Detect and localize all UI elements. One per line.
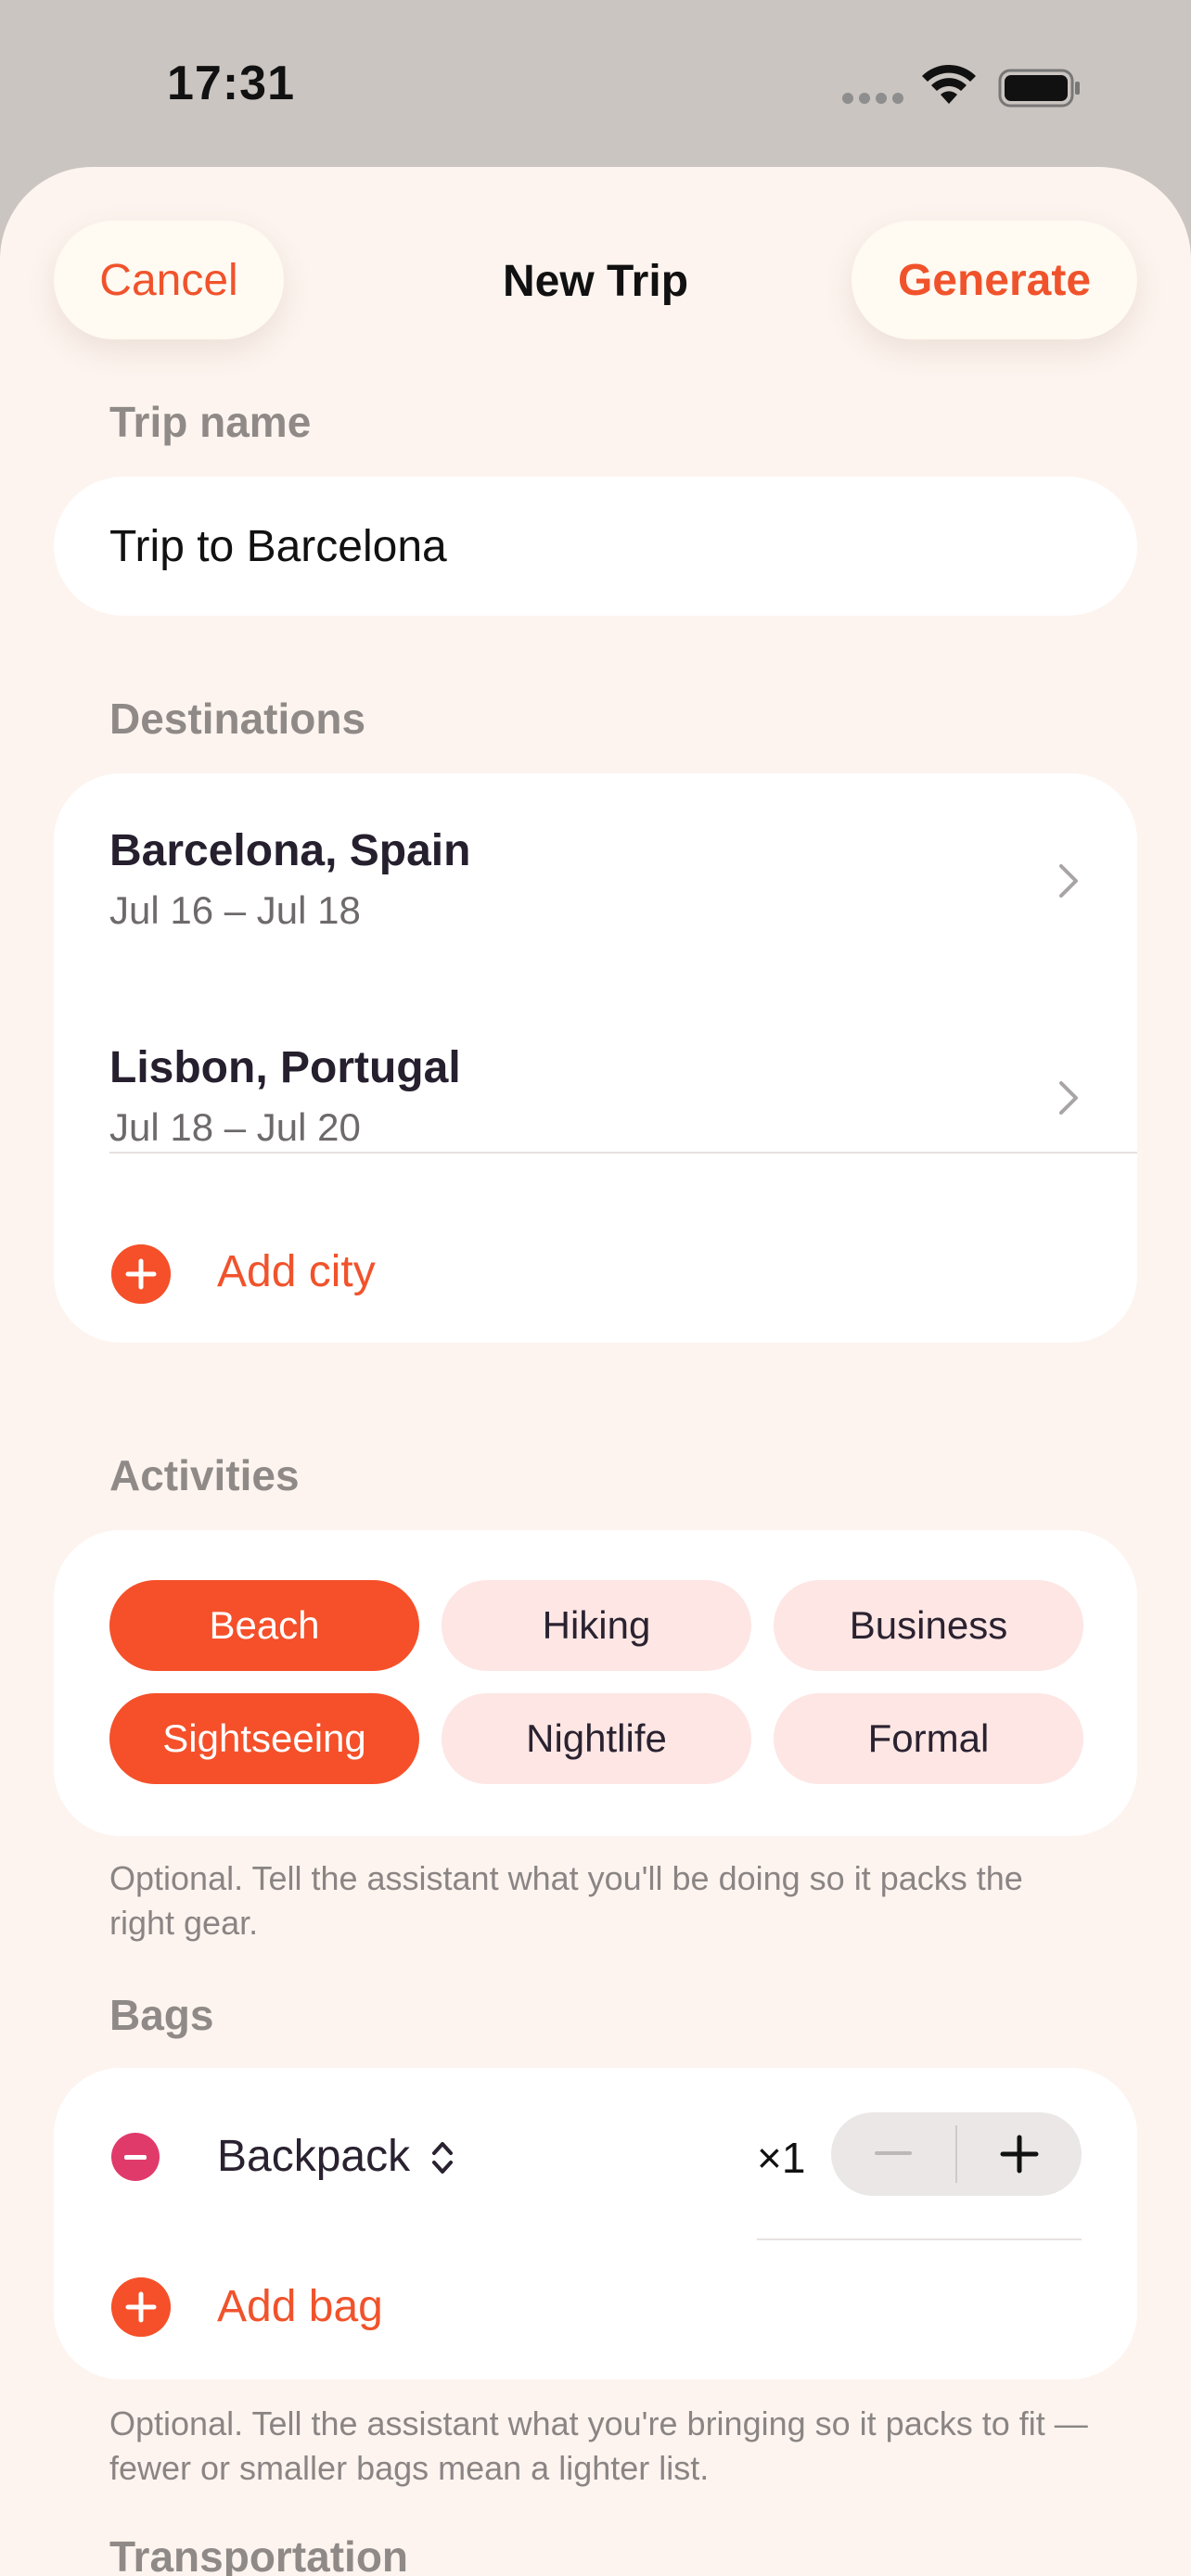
status-time: 17:31 [167, 57, 295, 110]
destination-dates: Jul 16 – Jul 18 [109, 888, 361, 932]
add-city-button[interactable]: Add city [54, 1204, 1137, 1343]
trip-name-input[interactable] [54, 477, 1137, 616]
chevron-right-icon [1059, 864, 1078, 898]
status-bar: 17:31 [0, 0, 1191, 167]
activities-card: Beach Hiking Business Sightseeing Nightl… [54, 1530, 1137, 1836]
plus-icon [1000, 2135, 1039, 2174]
remove-bag-button[interactable] [111, 2133, 160, 2181]
activities-help-text: Optional. Tell the assistant what you'll… [109, 1859, 1023, 1942]
destination-row-lisbon[interactable]: Lisbon, Portugal Jul 18 – Jul 20 [54, 988, 1137, 1204]
trip-name-label: Trip name [109, 398, 312, 446]
add-bag-button[interactable]: Add bag [54, 2240, 1137, 2379]
quantity-stepper [831, 2112, 1082, 2196]
destinations-label: Destinations [109, 695, 366, 743]
activities-label: Activities [109, 1451, 300, 1499]
add-bag-label: Add bag [217, 2282, 383, 2331]
destinations-card: Barcelona, Spain Jul 16 – Jul 18 Lisbon,… [54, 773, 1137, 1343]
add-city-label: Add city [217, 1247, 376, 1296]
bag-row: Backpack ×1 [54, 2068, 1137, 2240]
bags-label: Bags [109, 1991, 214, 2039]
destination-name: Barcelona, Spain [109, 826, 471, 875]
battery-icon [998, 69, 1080, 108]
wifi-icon [922, 64, 976, 104]
signal-dots-icon [842, 93, 905, 106]
bag-quantity: ×1 [757, 2134, 806, 2182]
chip-formal[interactable]: Formal [774, 1693, 1083, 1784]
destination-dates: Jul 18 – Jul 20 [109, 1105, 361, 1149]
generate-button[interactable]: Generate [852, 221, 1137, 339]
chevron-right-icon [1059, 1081, 1078, 1115]
increment-button[interactable] [957, 2112, 1082, 2196]
transportation-label: Transportation [109, 2532, 409, 2576]
destination-name: Lisbon, Portugal [109, 1043, 461, 1092]
destination-row-barcelona[interactable]: Barcelona, Spain Jul 16 – Jul 18 [54, 773, 1137, 988]
bags-help-text: Optional. Tell the assistant what you're… [109, 2404, 1088, 2487]
up-down-chevron-icon [432, 2142, 453, 2174]
chip-hiking[interactable]: Hiking [442, 1580, 751, 1671]
chip-sightseeing[interactable]: Sightseeing [109, 1693, 419, 1784]
plus-circle-icon [111, 1244, 171, 1304]
chip-nightlife[interactable]: Nightlife [442, 1693, 751, 1784]
chip-beach[interactable]: Beach [109, 1580, 419, 1671]
minus-icon [875, 2151, 912, 2155]
decrement-button[interactable] [831, 2112, 955, 2196]
bags-card: Backpack ×1 Add bag [54, 2068, 1137, 2379]
bag-type-picker[interactable]: Backpack [217, 2131, 410, 2182]
plus-circle-icon [111, 2277, 171, 2337]
new-trip-sheet: Cancel New Trip Generate Trip name Desti… [0, 167, 1191, 2576]
chip-business[interactable]: Business [774, 1580, 1083, 1671]
